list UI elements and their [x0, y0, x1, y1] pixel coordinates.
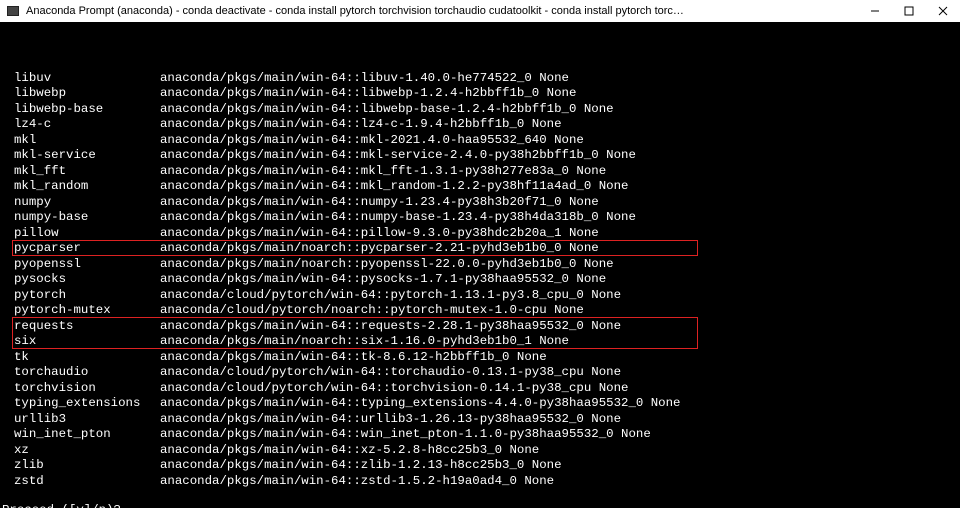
package-spec: anaconda/cloud/pytorch/win-64::torchaudi…	[160, 365, 960, 381]
package-spec: anaconda/pkgs/main/win-64::pillow-9.3.0-…	[160, 226, 960, 242]
package-name: libwebp	[0, 86, 160, 102]
package-line: numpyanaconda/pkgs/main/win-64::numpy-1.…	[0, 195, 960, 211]
package-line: zlibanaconda/pkgs/main/win-64::zlib-1.2.…	[0, 458, 960, 474]
package-line: mkl_fftanaconda/pkgs/main/win-64::mkl_ff…	[0, 164, 960, 180]
app-icon	[6, 4, 20, 18]
package-spec: anaconda/pkgs/main/win-64::libwebp-1.2.4…	[160, 86, 960, 102]
package-name: mkl-service	[0, 148, 160, 164]
package-spec: anaconda/cloud/pytorch/win-64::torchvisi…	[160, 381, 960, 397]
package-line: torchaudioanaconda/cloud/pytorch/win-64:…	[0, 365, 960, 381]
package-name: mkl_fft	[0, 164, 160, 180]
package-spec: anaconda/pkgs/main/noarch::pyopenssl-22.…	[160, 257, 960, 273]
package-line: pysocksanaconda/pkgs/main/win-64::pysock…	[0, 272, 960, 288]
package-name: pysocks	[0, 272, 160, 288]
package-spec: anaconda/pkgs/main/win-64::mkl_fft-1.3.1…	[160, 164, 960, 180]
package-line: sixanaconda/pkgs/main/noarch::six-1.16.0…	[0, 334, 960, 350]
package-spec: anaconda/pkgs/main/win-64::pysocks-1.7.1…	[160, 272, 960, 288]
package-spec: anaconda/pkgs/main/noarch::six-1.16.0-py…	[160, 334, 960, 350]
package-spec: anaconda/pkgs/main/win-64::tk-8.6.12-h2b…	[160, 350, 960, 366]
terminal-window: Anaconda Prompt (anaconda) - conda deact…	[0, 0, 960, 508]
package-name: zstd	[0, 474, 160, 490]
titlebar-text: Anaconda Prompt (anaconda) - conda deact…	[26, 5, 858, 17]
package-spec: anaconda/pkgs/main/win-64::numpy-1.23.4-…	[160, 195, 960, 211]
package-name: mkl	[0, 133, 160, 149]
package-spec: anaconda/pkgs/main/win-64::zlib-1.2.13-h…	[160, 458, 960, 474]
package-spec: anaconda/pkgs/main/win-64::numpy-base-1.…	[160, 210, 960, 226]
close-button[interactable]	[926, 0, 960, 22]
package-line: lz4-canaconda/pkgs/main/win-64::lz4-c-1.…	[0, 117, 960, 133]
package-line: requestsanaconda/pkgs/main/win-64::reque…	[0, 319, 960, 335]
terminal-output[interactable]: libuvanaconda/pkgs/main/win-64::libuv-1.…	[0, 22, 960, 508]
package-line: mkl-serviceanaconda/pkgs/main/win-64::mk…	[0, 148, 960, 164]
prompt-text: Proceed ([y]/n)?	[2, 503, 121, 508]
package-name: six	[0, 334, 160, 350]
package-line: mkl_randomanaconda/pkgs/main/win-64::mkl…	[0, 179, 960, 195]
package-line: typing_extensionsanaconda/pkgs/main/win-…	[0, 396, 960, 412]
package-line: zstdanaconda/pkgs/main/win-64::zstd-1.5.…	[0, 474, 960, 490]
package-name: pyopenssl	[0, 257, 160, 273]
package-name: libuv	[0, 71, 160, 87]
package-name: pillow	[0, 226, 160, 242]
package-name: numpy-base	[0, 210, 160, 226]
package-spec: anaconda/pkgs/main/win-64::urllib3-1.26.…	[160, 412, 960, 428]
package-line: tkanaconda/pkgs/main/win-64::tk-8.6.12-h…	[0, 350, 960, 366]
package-name: xz	[0, 443, 160, 459]
package-name: typing_extensions	[0, 396, 160, 412]
prompt-line: Proceed ([y]/n)?	[0, 503, 960, 508]
minimize-button[interactable]	[858, 0, 892, 22]
package-line: pytorchanaconda/cloud/pytorch/win-64::py…	[0, 288, 960, 304]
package-name: lz4-c	[0, 117, 160, 133]
package-line: pillowanaconda/pkgs/main/win-64::pillow-…	[0, 226, 960, 242]
cursor	[128, 503, 137, 508]
package-name: mkl_random	[0, 179, 160, 195]
package-spec: anaconda/pkgs/main/win-64::typing_extens…	[160, 396, 960, 412]
package-line: numpy-baseanaconda/pkgs/main/win-64::num…	[0, 210, 960, 226]
package-line: win_inet_ptonanaconda/pkgs/main/win-64::…	[0, 427, 960, 443]
package-spec: anaconda/pkgs/main/win-64::libwebp-base-…	[160, 102, 960, 118]
window-controls	[858, 0, 960, 22]
package-name: torchaudio	[0, 365, 160, 381]
package-spec: anaconda/pkgs/main/win-64::mkl-2021.4.0-…	[160, 133, 960, 149]
package-spec: anaconda/pkgs/main/win-64::win_inet_pton…	[160, 427, 960, 443]
package-name: requests	[0, 319, 160, 335]
package-spec: anaconda/pkgs/main/noarch::pycparser-2.2…	[160, 241, 960, 257]
package-name: zlib	[0, 458, 160, 474]
package-spec: anaconda/pkgs/main/win-64::mkl-service-2…	[160, 148, 960, 164]
package-line: xzanaconda/pkgs/main/win-64::xz-5.2.8-h8…	[0, 443, 960, 459]
package-spec: anaconda/cloud/pytorch/win-64::pytorch-1…	[160, 288, 960, 304]
package-spec: anaconda/pkgs/main/win-64::requests-2.28…	[160, 319, 960, 335]
package-name: pytorch-mutex	[0, 303, 160, 319]
package-line: mklanaconda/pkgs/main/win-64::mkl-2021.4…	[0, 133, 960, 149]
titlebar[interactable]: Anaconda Prompt (anaconda) - conda deact…	[0, 0, 960, 22]
package-name: win_inet_pton	[0, 427, 160, 443]
package-line: urllib3anaconda/pkgs/main/win-64::urllib…	[0, 412, 960, 428]
package-spec: anaconda/pkgs/main/win-64::libuv-1.40.0-…	[160, 71, 960, 87]
package-line: torchvisionanaconda/cloud/pytorch/win-64…	[0, 381, 960, 397]
package-spec: anaconda/pkgs/main/win-64::mkl_random-1.…	[160, 179, 960, 195]
package-spec: anaconda/pkgs/main/win-64::xz-5.2.8-h8cc…	[160, 443, 960, 459]
package-name: urllib3	[0, 412, 160, 428]
package-spec: anaconda/cloud/pytorch/noarch::pytorch-m…	[160, 303, 960, 319]
package-name: numpy	[0, 195, 160, 211]
package-name: libwebp-base	[0, 102, 160, 118]
package-line: libwebp-baseanaconda/pkgs/main/win-64::l…	[0, 102, 960, 118]
package-name: pytorch	[0, 288, 160, 304]
package-name: tk	[0, 350, 160, 366]
package-name: pycparser	[0, 241, 160, 257]
package-line: pyopensslanaconda/pkgs/main/noarch::pyop…	[0, 257, 960, 273]
package-line: pytorch-mutexanaconda/cloud/pytorch/noar…	[0, 303, 960, 319]
package-line: pycparseranaconda/pkgs/main/noarch::pycp…	[0, 241, 960, 257]
maximize-button[interactable]	[892, 0, 926, 22]
package-line: libwebpanaconda/pkgs/main/win-64::libweb…	[0, 86, 960, 102]
package-spec: anaconda/pkgs/main/win-64::lz4-c-1.9.4-h…	[160, 117, 960, 133]
package-spec: anaconda/pkgs/main/win-64::zstd-1.5.2-h1…	[160, 474, 960, 490]
package-name: torchvision	[0, 381, 160, 397]
package-line: libuvanaconda/pkgs/main/win-64::libuv-1.…	[0, 71, 960, 87]
